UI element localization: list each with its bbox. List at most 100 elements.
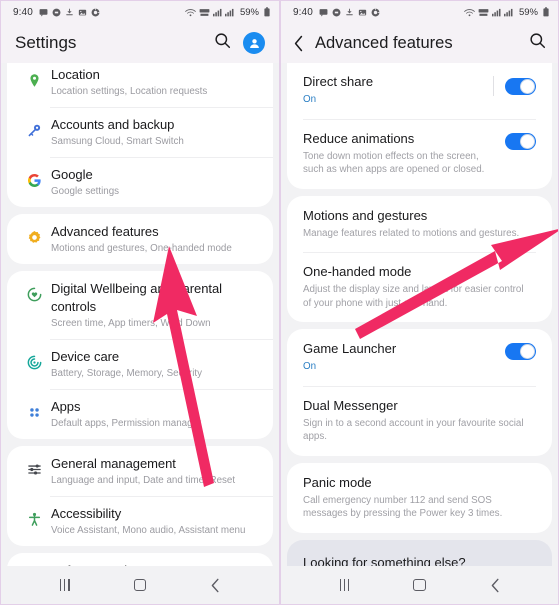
- feature-row-one-handed-mode[interactable]: One-handed mode Adjust the display size …: [287, 252, 552, 322]
- status-clock: 9:40: [293, 6, 313, 18]
- browser-icon: [91, 8, 100, 17]
- feature-label: Motions and gestures: [303, 207, 428, 223]
- message-icon: [39, 8, 48, 17]
- sliders-icon: [19, 455, 49, 477]
- home-icon[interactable]: [398, 566, 442, 604]
- device-care-icon: [19, 348, 49, 370]
- left-phone-screen: 9:40 59% Settings Location Location sett…: [0, 0, 280, 605]
- settings-group-1: Location Location settings, Location req…: [7, 63, 273, 207]
- battery-percent: 59%: [239, 6, 259, 18]
- sidebar-item-label: Apps: [51, 399, 81, 414]
- feature-group-3: Game Launcher On Dual Messenger Sign in …: [287, 329, 552, 456]
- sidebar-item-label: General management: [51, 456, 176, 471]
- recents-icon[interactable]: [323, 566, 367, 604]
- sidebar-item-device-care[interactable]: Device care Battery, Storage, Memory, Se…: [7, 339, 273, 389]
- back-icon[interactable]: [473, 566, 517, 604]
- signal-bars-icon: [491, 8, 501, 17]
- status-clock: 9:40: [13, 6, 33, 18]
- record-icon: [332, 8, 341, 17]
- sidebar-item-digital-wellbeing[interactable]: Digital Wellbeing and parental controls …: [7, 271, 273, 339]
- advanced-features-list[interactable]: Direct share On Reduce animations Tone d…: [281, 63, 558, 566]
- page-title: Settings: [15, 33, 77, 52]
- feature-row-game-launcher[interactable]: Game Launcher On: [287, 329, 552, 386]
- feature-group-1: Direct share On Reduce animations Tone d…: [287, 63, 552, 189]
- feature-status: On: [303, 94, 317, 105]
- message-icon: [319, 8, 328, 17]
- signal-bars-2-icon: [224, 8, 234, 17]
- settings-group-4: General management Language and input, D…: [7, 446, 273, 546]
- recents-icon[interactable]: [43, 566, 87, 604]
- key-icon: [19, 116, 49, 138]
- account-avatar-icon[interactable]: [243, 32, 265, 54]
- feature-description: Call emergency number 112 and send SOS m…: [303, 494, 503, 520]
- feature-group-4: Panic mode Call emergency number 112 and…: [287, 462, 552, 533]
- location-pin-icon: [19, 66, 49, 88]
- dual-screenshot-container: 9:40 59% Settings Location Location sett…: [0, 0, 559, 605]
- sidebar-item-subtitle: Samsung Cloud, Smart Switch: [51, 136, 184, 147]
- left-app-bar: Settings: [1, 23, 279, 63]
- back-chevron-icon[interactable]: [293, 35, 304, 52]
- feature-description: Sign in to a second account in your favo…: [303, 417, 524, 443]
- sidebar-item-general-management[interactable]: General management Language and input, D…: [7, 446, 273, 496]
- reduce-animations-toggle[interactable]: [505, 132, 536, 150]
- home-icon[interactable]: [118, 566, 162, 604]
- sidebar-item-subtitle: Screen time, App timers, Wind Down: [51, 318, 211, 329]
- status-bar-left: 9:40 59%: [1, 1, 279, 23]
- battery-icon: [543, 7, 549, 17]
- battery-percent: 59%: [518, 6, 538, 18]
- status-bar-right: 9:40 59%: [281, 1, 558, 23]
- feature-label: Panic mode: [303, 474, 372, 490]
- feature-row-reduce-animations[interactable]: Reduce animations Tone down motion effec…: [287, 118, 552, 189]
- sidebar-item-software-update[interactable]: Software update Download updates, Last u…: [7, 553, 273, 566]
- feature-label: Game Launcher: [303, 341, 397, 356]
- gallery-icon: [78, 8, 87, 17]
- vowifi-icon: [199, 8, 210, 17]
- record-icon: [52, 8, 61, 17]
- feature-label: One-handed mode: [303, 264, 412, 279]
- search-icon[interactable]: [529, 32, 546, 54]
- sidebar-item-apps[interactable]: Apps Default apps, Permission manager: [7, 389, 273, 439]
- gallery-icon: [358, 8, 367, 17]
- game-launcher-toggle[interactable]: [505, 343, 536, 360]
- sidebar-item-advanced-features[interactable]: Advanced features Motions and gestures, …: [7, 214, 273, 264]
- download-icon: [65, 8, 74, 17]
- feature-group-2: Motions and gestures Manage features rel…: [287, 195, 552, 322]
- feature-description: Manage features related to motions and g…: [303, 227, 520, 239]
- sidebar-item-google[interactable]: Google Google settings: [7, 157, 273, 207]
- feature-description: Tone down motion effects on the screen, …: [303, 150, 485, 176]
- status-left-icons: [39, 8, 100, 17]
- status-right-icons: 59%: [464, 7, 549, 18]
- sidebar-item-location[interactable]: Location Location settings, Location req…: [7, 63, 273, 107]
- wifi-calling-icon: [464, 8, 475, 17]
- feature-row-direct-share[interactable]: Direct share On: [287, 63, 552, 119]
- feature-row-panic-mode[interactable]: Panic mode Call emergency number 112 and…: [287, 463, 552, 533]
- row-divider: [493, 76, 494, 96]
- vowifi-icon: [478, 8, 489, 17]
- search-icon[interactable]: [214, 32, 231, 54]
- sidebar-item-subtitle: Language and input, Date and time, Reset: [51, 475, 236, 486]
- sidebar-item-subtitle: Battery, Storage, Memory, Security: [51, 368, 202, 379]
- sidebar-item-subtitle: Google settings: [51, 186, 120, 197]
- left-settings-list[interactable]: Location Location settings, Location req…: [1, 63, 279, 566]
- sidebar-item-accessibility[interactable]: Accessibility Voice Assistant, Mono audi…: [7, 496, 273, 546]
- sidebar-item-subtitle: Motions and gestures, One-handed mode: [51, 243, 232, 254]
- battery-icon: [264, 7, 270, 17]
- nav-bar-right: [281, 566, 558, 604]
- settings-group-2: Advanced features Motions and gestures, …: [7, 214, 273, 264]
- sidebar-item-label: Accessibility: [51, 506, 122, 521]
- suggestion-title: Looking for something else?: [303, 554, 466, 567]
- right-phone-screen: 9:40 59% Advanced features Direct share …: [280, 0, 559, 605]
- feature-row-dual-messenger[interactable]: Dual Messenger Sign in to a second accou…: [287, 385, 552, 456]
- feature-label: Reduce animations: [303, 130, 415, 146]
- software-update-icon: [19, 562, 49, 566]
- back-icon[interactable]: [193, 566, 237, 604]
- feature-description: Adjust the display size and layout for e…: [303, 284, 524, 309]
- download-icon: [345, 8, 354, 17]
- sidebar-item-label: Device care: [51, 349, 120, 364]
- suggestion-card: Looking for something else? Navigation b…: [287, 539, 552, 567]
- status-left-icons: [319, 8, 380, 17]
- feature-row-motions-and-gestures[interactable]: Motions and gestures Manage features rel…: [287, 196, 552, 253]
- direct-share-toggle[interactable]: [505, 77, 536, 95]
- feature-label: Dual Messenger: [303, 397, 398, 413]
- sidebar-item-accounts-and-backup[interactable]: Accounts and backup Samsung Cloud, Smart…: [7, 107, 273, 157]
